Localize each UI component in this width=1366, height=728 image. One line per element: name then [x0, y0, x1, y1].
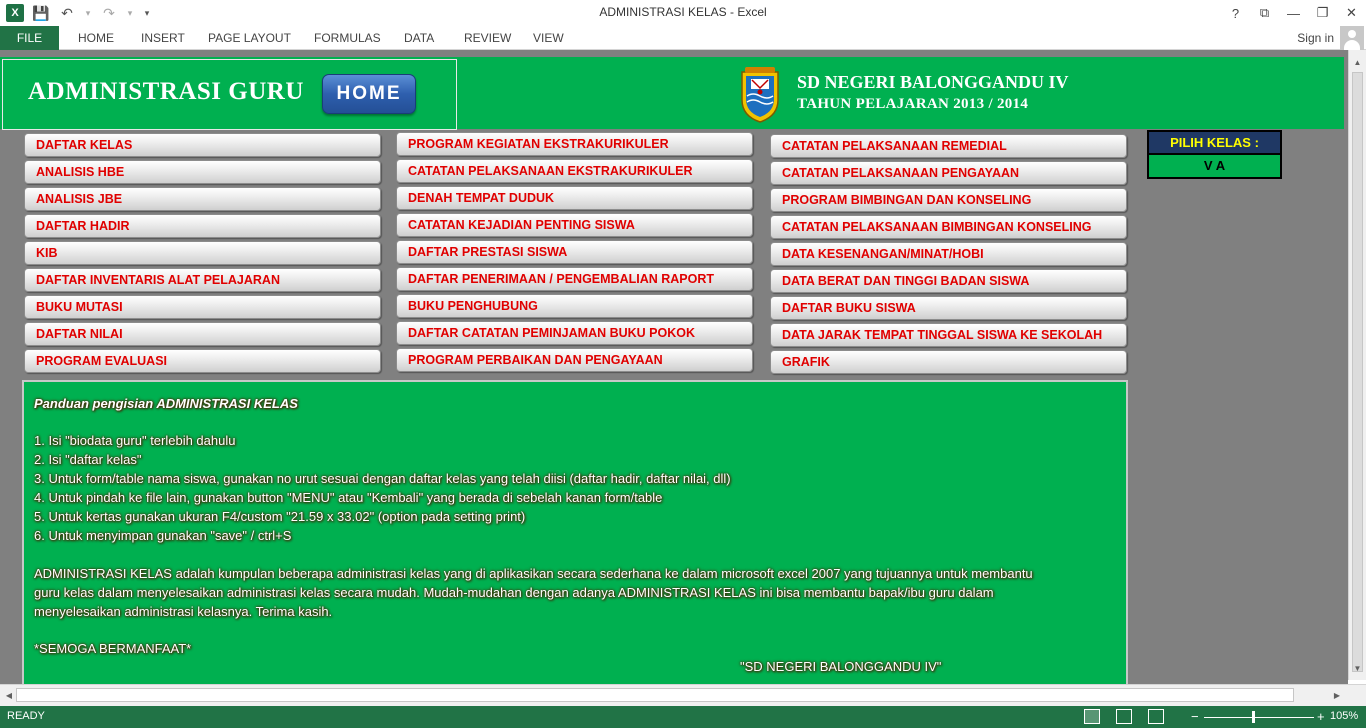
- guide-paragraph-line: guru kelas dalam menyelesaikan administr…: [34, 585, 994, 600]
- close-icon[interactable]: ✕: [1337, 0, 1366, 26]
- status-bar: READY − + 105%: [0, 706, 1366, 728]
- menu-button-col2-2[interactable]: DENAH TEMPAT DUDUK: [396, 186, 753, 210]
- guide-panel: Panduan pengisian ADMINISTRASI KELAS 1. …: [22, 380, 1128, 684]
- zoom-slider[interactable]: [1204, 717, 1314, 718]
- menu-button-col3-0[interactable]: CATATAN PELAKSANAAN REMEDIAL: [770, 134, 1127, 158]
- tab-insert[interactable]: INSERT: [139, 26, 187, 50]
- scroll-left-arrow-icon[interactable]: ◀: [2, 688, 16, 702]
- guide-step: 2. Isi "daftar kelas": [34, 452, 142, 467]
- menu-button-col3-3[interactable]: CATATAN PELAKSANAAN BIMBINGAN KONSELING: [770, 215, 1127, 239]
- school-name: SD NEGERI BALONGGANDU IV: [797, 72, 1069, 92]
- guide-paragraph-line: ADMINISTRASI KELAS adalah kumpulan beber…: [34, 566, 1033, 581]
- ribbon-tabs: FILE HOME INSERT PAGE LAYOUT FORMULAS DA…: [0, 26, 1366, 50]
- guide-step: 3. Untuk form/table nama siswa, gunakan …: [34, 471, 731, 486]
- help-icon[interactable]: ?: [1221, 0, 1250, 26]
- guide-title: Panduan pengisian ADMINISTRASI KELAS: [34, 396, 298, 411]
- excel-app-icon[interactable]: X: [6, 4, 24, 22]
- menu-button-col1-3[interactable]: DAFTAR HADIR: [24, 214, 381, 238]
- vertical-scrollbar[interactable]: ▲ ▼: [1348, 50, 1366, 680]
- worksheet[interactable]: ADMINISTRASI GURU HOME SD NEGERI BALONGG…: [0, 50, 1348, 684]
- menu-button-col1-2[interactable]: ANALISIS JBE: [24, 187, 381, 211]
- status-ready: READY: [7, 710, 45, 722]
- menu-button-col2-0[interactable]: PROGRAM KEGIATAN EKSTRAKURIKULER: [396, 132, 753, 156]
- menu-button-col3-6[interactable]: DAFTAR BUKU SISWA: [770, 296, 1127, 320]
- normal-view-icon[interactable]: [1084, 709, 1100, 724]
- window-title: ADMINISTRASI KELAS - Excel: [599, 5, 767, 19]
- menu-button-col2-8[interactable]: PROGRAM PERBAIKAN DAN PENGAYAAN: [396, 348, 753, 372]
- school-year: TAHUN PELAJARAN 2013 / 2014: [797, 96, 1029, 112]
- user-avatar-icon[interactable]: [1340, 26, 1364, 50]
- menu-button-col1-8[interactable]: PROGRAM EVALUASI: [24, 349, 381, 373]
- tab-page-layout[interactable]: PAGE LAYOUT: [206, 26, 293, 50]
- menu-button-col2-7[interactable]: DAFTAR CATATAN PEMINJAMAN BUKU POKOK: [396, 321, 753, 345]
- tab-home[interactable]: HOME: [76, 26, 116, 50]
- horizontal-scroll-thumb[interactable]: [16, 688, 1294, 702]
- school-emblem-icon: [741, 67, 779, 123]
- menu-button-col1-7[interactable]: DAFTAR NILAI: [24, 322, 381, 346]
- menu-button-col2-6[interactable]: BUKU PENGHUBUNG: [396, 294, 753, 318]
- excel-window: X 💾 ↶ ▾ ↷ ▾ ▾ ADMINISTRASI KELAS - Excel…: [0, 0, 1366, 728]
- restore-icon[interactable]: ❐: [1308, 0, 1337, 26]
- pilih-kelas-select[interactable]: V A: [1147, 155, 1282, 179]
- menu-button-col3-8[interactable]: GRAFIK: [770, 350, 1127, 374]
- customize-qat-icon[interactable]: ▾: [142, 4, 152, 22]
- menu-button-col1-6[interactable]: BUKU MUTASI: [24, 295, 381, 319]
- tab-view[interactable]: VIEW: [531, 26, 566, 50]
- undo-dropdown-icon[interactable]: ▾: [84, 4, 92, 22]
- guide-paragraph-line: menyelesaikan administrasi kelasnya. Ter…: [34, 604, 333, 619]
- scroll-down-arrow-icon[interactable]: ▼: [1349, 660, 1366, 676]
- guide-closing: *SEMOGA BERMANFAAT*: [34, 641, 192, 656]
- page-break-view-icon[interactable]: [1148, 709, 1164, 724]
- vertical-scroll-thumb[interactable]: [1352, 72, 1363, 672]
- tab-file[interactable]: FILE: [0, 26, 59, 50]
- admin-title: ADMINISTRASI GURU: [28, 78, 304, 105]
- quick-access-toolbar: X 💾 ↶ ▾ ↷ ▾ ▾: [6, 3, 152, 23]
- guide-step: 5. Untuk kertas gunakan ukuran F4/custom…: [34, 509, 526, 524]
- menu-button-col1-4[interactable]: KIB: [24, 241, 381, 265]
- title-bar: X 💾 ↶ ▾ ↷ ▾ ▾ ADMINISTRASI KELAS - Excel…: [0, 0, 1366, 26]
- tab-formulas[interactable]: FORMULAS: [312, 26, 383, 50]
- page-layout-view-icon[interactable]: [1116, 709, 1132, 724]
- view-buttons: [1084, 709, 1164, 724]
- menu-button-col2-4[interactable]: DAFTAR PRESTASI SISWA: [396, 240, 753, 264]
- tab-review[interactable]: REVIEW: [462, 26, 513, 50]
- scroll-up-arrow-icon[interactable]: ▲: [1349, 54, 1366, 70]
- scroll-right-arrow-icon[interactable]: ▶: [1330, 688, 1344, 702]
- zoom-in-icon[interactable]: +: [1317, 709, 1325, 724]
- zoom-out-icon[interactable]: −: [1191, 709, 1199, 724]
- menu-button-col3-2[interactable]: PROGRAM BIMBINGAN DAN KONSELING: [770, 188, 1127, 212]
- minimize-icon[interactable]: —: [1279, 0, 1308, 26]
- menu-button-col2-1[interactable]: CATATAN PELAKSANAAN EKSTRAKURIKULER: [396, 159, 753, 183]
- window-controls: ? ⧉ — ❐ ✕: [1221, 0, 1366, 26]
- sign-in-link[interactable]: Sign in: [1297, 26, 1334, 50]
- menu-button-col3-7[interactable]: DATA JARAK TEMPAT TINGGAL SISWA KE SEKOL…: [770, 323, 1127, 347]
- horizontal-scrollbar[interactable]: ◀ ▶: [0, 684, 1366, 706]
- guide-step: 6. Untuk menyimpan gunakan "save" / ctrl…: [34, 528, 292, 543]
- zoom-level[interactable]: 105%: [1330, 710, 1358, 722]
- guide-signature: "SD NEGERI BALONGGANDU IV": [740, 659, 942, 674]
- menu-button-col2-5[interactable]: DAFTAR PENERIMAAN / PENGEMBALIAN RAPORT: [396, 267, 753, 291]
- pilih-kelas-label: PILIH KELAS :: [1147, 130, 1282, 155]
- guide-step: 4. Untuk pindah ke file lain, gunakan bu…: [34, 490, 663, 505]
- home-button[interactable]: HOME: [322, 74, 416, 114]
- guide-step: 1. Isi "biodata guru" terlebih dahulu: [34, 433, 236, 448]
- ribbon-display-options-icon[interactable]: ⧉: [1250, 0, 1279, 26]
- menu-button-col3-5[interactable]: DATA BERAT DAN TINGGI BADAN SISWA: [770, 269, 1127, 293]
- redo-dropdown-icon[interactable]: ▾: [126, 4, 134, 22]
- menu-button-col3-4[interactable]: DATA KESENANGAN/MINAT/HOBI: [770, 242, 1127, 266]
- undo-icon[interactable]: ↶: [58, 4, 76, 22]
- redo-icon[interactable]: ↷: [100, 4, 118, 22]
- menu-button-col1-5[interactable]: DAFTAR INVENTARIS ALAT PELAJARAN: [24, 268, 381, 292]
- menu-button-col3-1[interactable]: CATATAN PELAKSANAAN PENGAYAAN: [770, 161, 1127, 185]
- menu-button-col1-1[interactable]: ANALISIS HBE: [24, 160, 381, 184]
- zoom-slider-thumb[interactable]: [1252, 711, 1255, 723]
- tab-data[interactable]: DATA: [402, 26, 436, 50]
- menu-button-col1-0[interactable]: DAFTAR KELAS: [24, 133, 381, 157]
- save-icon[interactable]: 💾: [32, 4, 50, 22]
- menu-button-col2-3[interactable]: CATATAN KEJADIAN PENTING SISWA: [396, 213, 753, 237]
